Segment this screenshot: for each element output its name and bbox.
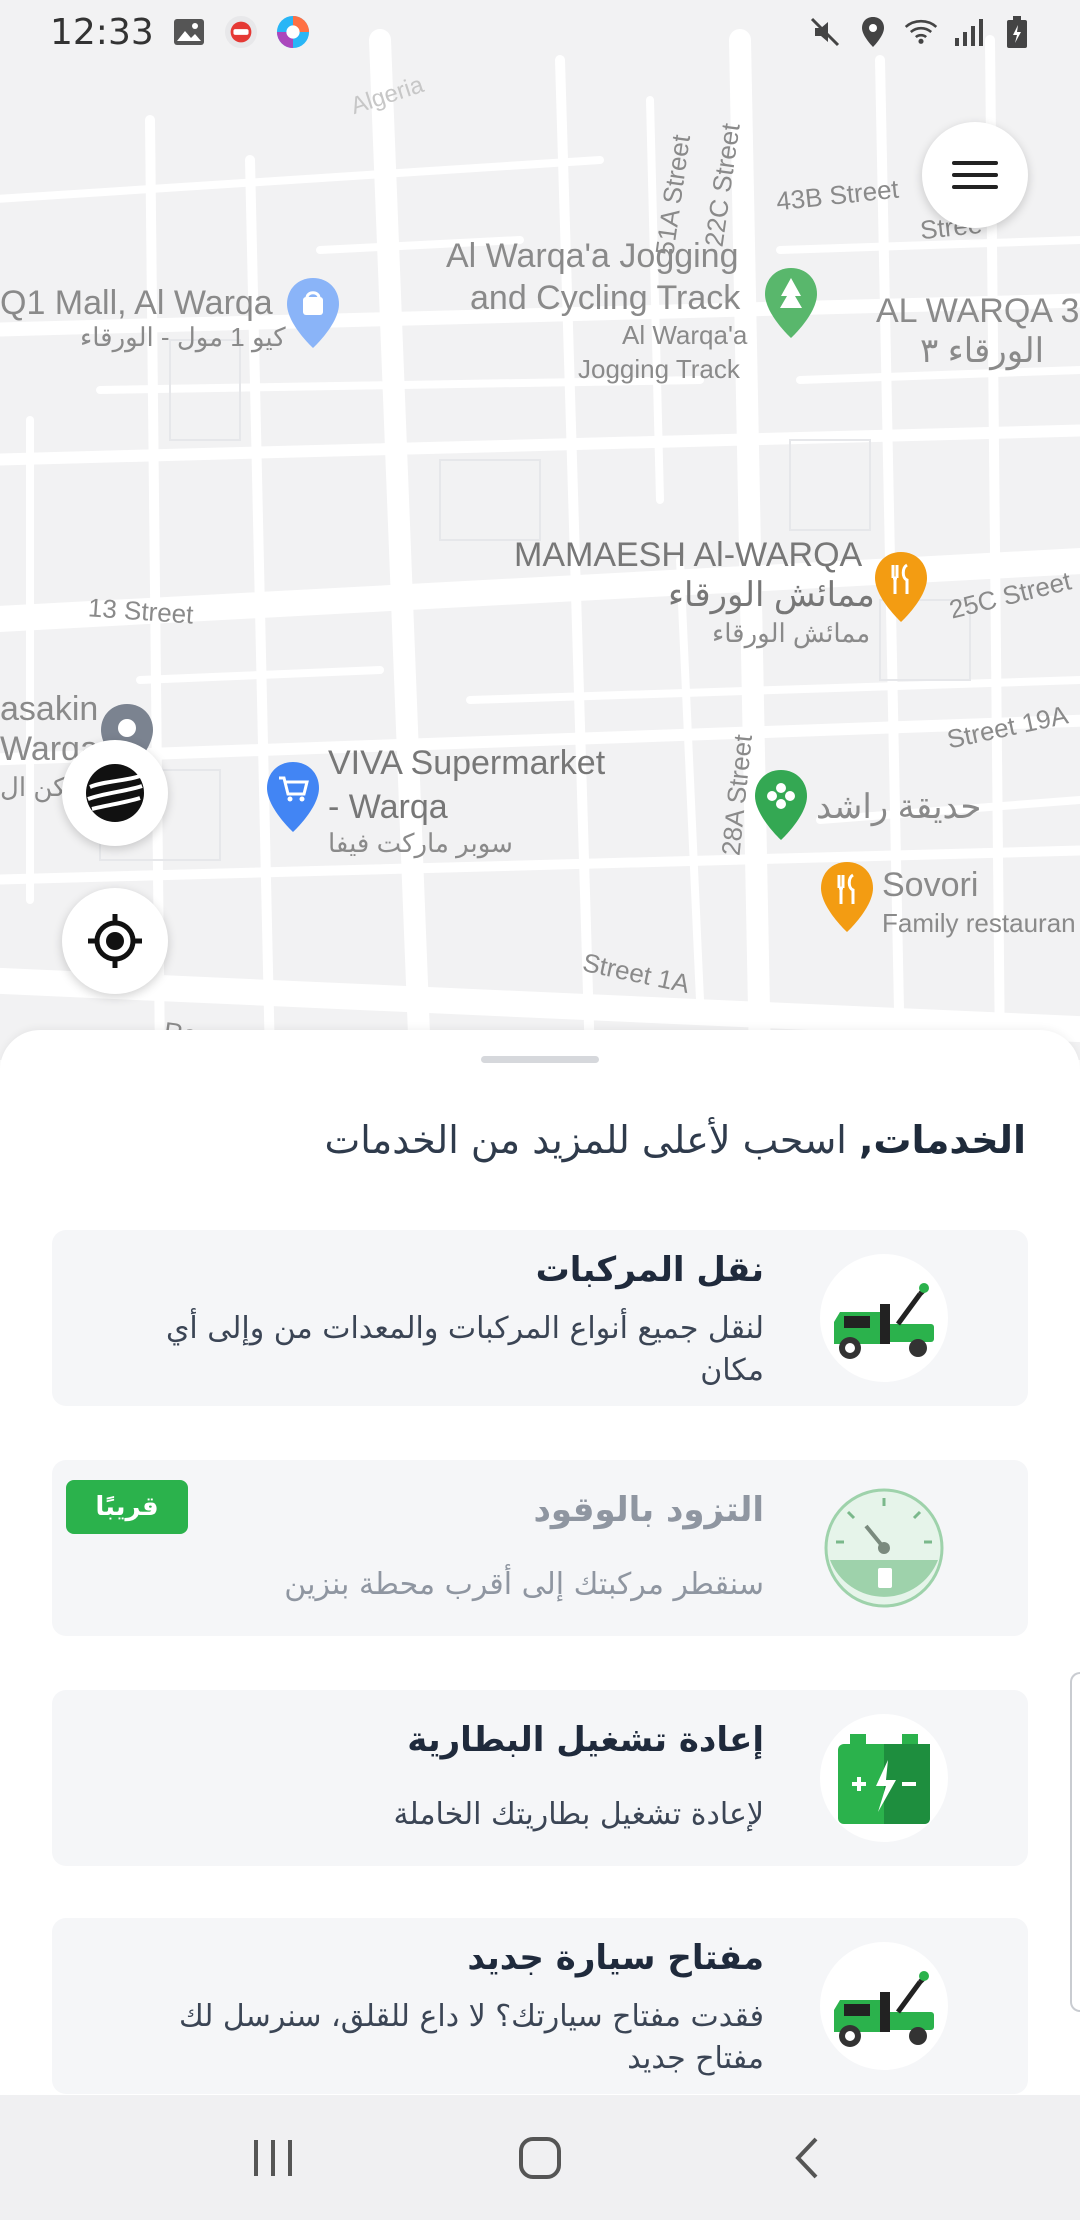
- globe-icon: [86, 764, 144, 822]
- service-title: مفتاح سيارة جديد: [467, 1938, 764, 1978]
- map-label-sovori-sub: Family restauran: [882, 908, 1076, 938]
- map-label-q1-mall-ar: كيو 1 مول - الورقاء: [80, 322, 286, 352]
- garden-pin-icon[interactable]: [752, 768, 810, 842]
- restaurant-pin-icon[interactable]: [872, 550, 930, 624]
- park-pin-icon[interactable]: [762, 266, 820, 340]
- service-card-fuel[interactable]: قريبًا التزود بالوقود سنقطر مركبتك إلى أ…: [52, 1460, 1028, 1636]
- service-card-vehicle-transport[interactable]: نقل المركبات لنقل جميع أنواع المركبات وا…: [52, 1230, 1028, 1406]
- hamburger-menu-icon: [952, 161, 998, 189]
- services-sheet[interactable]: الخدمات, اسحب لأعلى للمزيد من الخدمات نق…: [0, 1030, 1080, 2095]
- tow-truck-icon: [820, 1254, 948, 1382]
- back-icon: [794, 2137, 818, 2178]
- fuel-gauge-icon: [820, 1484, 948, 1612]
- map-view[interactable]: Algeria 51A Street 22C Street 43B Street…: [0, 0, 1080, 1060]
- map-label-mamaesh-ar-2: ممائش الورقاء: [712, 618, 871, 648]
- home-icon: [518, 2136, 561, 2179]
- map-label-q1-mall: Q1 Mall, Al Warqa: [0, 284, 273, 322]
- menu-button[interactable]: [922, 122, 1028, 228]
- sheet-header-rest: اسحب لأعلى للمزيد من الخدمات: [324, 1118, 859, 1162]
- map-label-mamaesh: MAMAESH Al-WARQA: [514, 536, 863, 574]
- map-label-jogging-sub-2: Jogging Track: [578, 354, 740, 384]
- signal-icon: [952, 15, 986, 49]
- service-desc: فقدت مفتاح سيارتك؟ لا داع للقلق، سنرسل ل…: [178, 1999, 764, 2076]
- my-location-button[interactable]: [62, 888, 168, 994]
- map-label-warqa3: AL WARQA 3: [876, 292, 1080, 330]
- map-label-warqa3-ar: الورقاء ٣: [920, 332, 1045, 370]
- status-bar: 12:33: [0, 0, 1080, 64]
- location-icon: [856, 15, 890, 49]
- map-label-sovori: Sovori: [882, 866, 979, 904]
- my-location-icon: [88, 914, 142, 968]
- status-time: 12:33: [50, 11, 154, 53]
- map-label-viva-1: VIVA Supermarket: [328, 744, 606, 782]
- service-desc: لنقل جميع أنواع المركبات والمعدات من وإل…: [165, 1311, 764, 1388]
- recent-apps-button[interactable]: [233, 2118, 313, 2198]
- map-label-masakin-1: asakin: [0, 690, 99, 728]
- app-icon-colorful: [276, 15, 310, 49]
- sheet-drag-handle[interactable]: [481, 1056, 599, 1063]
- service-title: نقل المركبات: [535, 1250, 764, 1290]
- system-nav-bar: [0, 2095, 1080, 2220]
- wifi-icon: [904, 15, 938, 49]
- sheet-header-bold: الخدمات,: [858, 1118, 1026, 1162]
- sheet-header: الخدمات, اسحب لأعلى للمزيد من الخدمات: [324, 1118, 1026, 1162]
- service-title: التزود بالوقود: [533, 1490, 764, 1530]
- supermarket-pin-icon[interactable]: [264, 760, 322, 834]
- edge-panel-handle[interactable]: [1070, 1672, 1080, 2012]
- mute-icon: [808, 15, 842, 49]
- shopping-pin-icon[interactable]: [284, 276, 342, 350]
- restaurant-pin-icon-2[interactable]: [818, 860, 876, 934]
- service-desc: سنقطر مركبتك إلى أقرب محطة بنزين: [284, 1567, 764, 1602]
- map-label-jogging-1: Al Warqa'a Jogging: [446, 237, 739, 275]
- battery-status-icon: [1000, 15, 1034, 49]
- map-label-jogging-sub-1: Al Warqa'a: [622, 320, 748, 350]
- battery-icon: [820, 1714, 948, 1842]
- service-desc: لإعادة تشغيل بطاريتك الخاملة: [393, 1797, 764, 1832]
- recent-apps-icon: [254, 2139, 293, 2176]
- service-card-car-key[interactable]: مفتاح سيارة جديد فقدت مفتاح سيارتك؟ لا د…: [52, 1918, 1028, 2094]
- home-button[interactable]: [500, 2118, 580, 2198]
- service-title: إعادة تشغيل البطارية: [407, 1720, 764, 1760]
- map-label-mamaesh-ar-1: ممائش الورقاء: [668, 576, 875, 614]
- service-card-battery[interactable]: إعادة تشغيل البطارية لإعادة تشغيل بطاريت…: [52, 1690, 1028, 1866]
- map-label-rashid-park: حديقة راشد: [816, 788, 982, 826]
- app-icon-red: [224, 15, 258, 49]
- map-label-viva-ar: سوبر ماركت فيفا: [328, 828, 513, 858]
- coming-soon-badge: قريبًا: [66, 1480, 188, 1534]
- globe-button[interactable]: [62, 740, 168, 846]
- map-label-viva-2: - Warqa: [328, 788, 448, 826]
- gallery-icon: [172, 15, 206, 49]
- map-label-jogging-2: and Cycling Track: [470, 279, 741, 317]
- back-button[interactable]: [767, 2118, 847, 2198]
- tow-truck-icon: [820, 1942, 948, 2070]
